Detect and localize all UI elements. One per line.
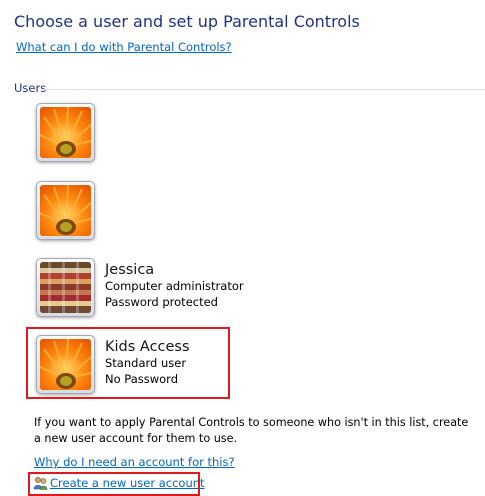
create-user-account-link[interactable]: Create a new user account [33, 476, 205, 490]
create-user-account-label: Create a new user account [50, 476, 205, 490]
flower-icon [40, 107, 91, 158]
user-type: Computer administrator [105, 279, 244, 293]
user-type: Standard user [105, 356, 187, 370]
flower-icon [40, 185, 91, 236]
user-tile-jessica[interactable] [36, 258, 95, 317]
users-section-label: Users [14, 81, 47, 95]
user-password-status: No Password [105, 372, 179, 386]
page-title: Choose a user and set up Parental Contro… [14, 12, 360, 31]
users-icon [33, 476, 48, 490]
user-tile-2[interactable] [36, 181, 95, 240]
flower-icon [40, 339, 91, 390]
info-text: If you want to apply Parental Controls t… [34, 416, 469, 445]
user-name[interactable]: Kids Access [105, 339, 190, 355]
user-info-jessica: Jessica Computer administrator Password … [105, 262, 244, 310]
user-info-kids-access: Kids Access Standard user No Password [105, 339, 190, 387]
why-account-link[interactable]: Why do I need an account for this? [34, 455, 235, 469]
user-tile-kids-access[interactable] [36, 335, 95, 394]
textile-icon [40, 262, 91, 313]
user-password-status: Password protected [105, 295, 218, 309]
help-link[interactable]: What can I do with Parental Controls? [16, 40, 232, 54]
user-name[interactable]: Jessica [105, 262, 244, 278]
section-divider [44, 89, 485, 90]
user-tile-1[interactable] [36, 103, 95, 162]
